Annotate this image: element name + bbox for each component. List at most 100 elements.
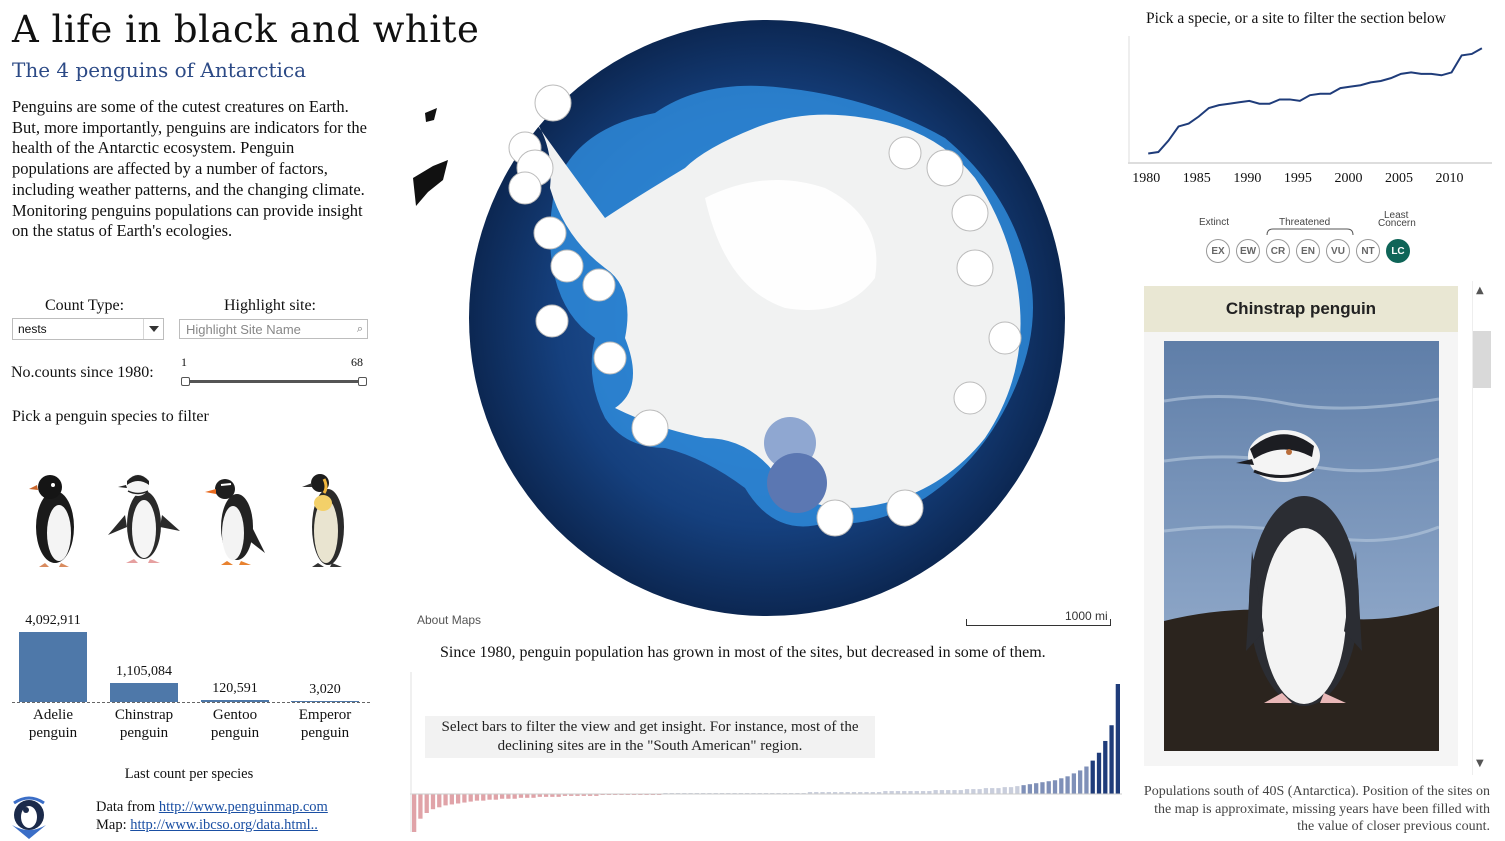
status-ex[interactable]: EX	[1206, 239, 1230, 263]
site-change-bar[interactable]	[506, 794, 511, 799]
site-change-bar[interactable]	[1021, 785, 1026, 794]
site-change-bar[interactable]	[1008, 787, 1014, 795]
antarctica-map[interactable]	[405, 18, 1105, 618]
adelie-penguin-image[interactable]	[15, 465, 95, 575]
site-change-bar[interactable]	[990, 788, 995, 794]
site-change-bar[interactable]	[1065, 776, 1070, 794]
status-ew[interactable]: EW	[1236, 239, 1260, 263]
map-source-line: Map: http://www.ibcso.org/data.html..	[96, 817, 318, 834]
site-change-bar[interactable]	[946, 790, 951, 794]
site-change-bar[interactable]	[1015, 786, 1020, 794]
highlight-site-input[interactable]: Highlight Site Name ⌕	[179, 319, 368, 339]
site-change-bar[interactable]	[437, 794, 442, 808]
site-change-bar[interactable]	[1059, 778, 1064, 794]
chevron-down-icon[interactable]	[143, 319, 163, 339]
site-change-bar[interactable]	[443, 794, 448, 806]
site-change-bar[interactable]	[983, 788, 989, 794]
year-tick-label: 2010	[1435, 171, 1464, 186]
data-source-line: Data from http://www.penguinmap.com	[96, 799, 328, 816]
penguinmap-logo	[12, 796, 46, 839]
site-change-bar[interactable]	[939, 790, 945, 794]
data-source-prefix: Data from	[96, 799, 156, 815]
site-change-bar[interactable]	[1078, 770, 1083, 794]
species-bar-category[interactable]: Chinstrap penguin	[99, 706, 189, 742]
slider-max-handle[interactable]	[358, 377, 367, 386]
status-vu[interactable]: VU	[1326, 239, 1350, 263]
species-bar-value: 120,591	[212, 680, 258, 696]
site-change-bar[interactable]	[1090, 760, 1095, 794]
population-line[interactable]	[1148, 47, 1483, 155]
penguinmap-link[interactable]: http://www.penguinmap.com	[159, 799, 328, 815]
site-change-bar[interactable]	[1103, 740, 1108, 794]
site-change-bar[interactable]	[958, 790, 963, 794]
site-change-bar[interactable]	[1040, 782, 1045, 794]
gentoo-penguin-image[interactable]	[195, 465, 275, 575]
count-type-select[interactable]: nests	[12, 318, 164, 340]
chinstrap-photo	[1164, 341, 1439, 751]
slider-label: No.counts since 1980:	[11, 364, 154, 381]
site-change-bar[interactable]	[518, 794, 524, 798]
scale-bar-end-tick	[1110, 619, 1111, 626]
site-change-bar[interactable]	[933, 790, 938, 794]
site-change-bar[interactable]	[430, 794, 436, 810]
site-change-bar[interactable]	[418, 794, 423, 819]
population-line-chart[interactable]	[1128, 36, 1492, 164]
south-america-tip	[413, 108, 448, 206]
emperor-penguin-image[interactable]	[288, 465, 368, 575]
site-change-bar[interactable]	[499, 794, 505, 799]
site-change-bar[interactable]	[1071, 773, 1077, 795]
site-change-bar[interactable]	[487, 794, 492, 800]
site-change-bar[interactable]	[512, 794, 517, 799]
site-change-bar[interactable]	[493, 794, 498, 800]
scroll-up-icon[interactable]: ▲	[1476, 285, 1484, 296]
site-change-bar[interactable]	[525, 794, 530, 798]
slider-min-handle[interactable]	[181, 377, 190, 386]
site-change-bar[interactable]	[964, 789, 970, 794]
site-change-bar[interactable]	[468, 794, 473, 802]
site-change-bar[interactable]	[462, 794, 467, 803]
species-bar-category[interactable]: Adelie penguin	[8, 706, 98, 742]
count-range-slider[interactable]	[185, 380, 362, 383]
scroll-down-icon[interactable]: ▼	[1476, 758, 1484, 769]
species-bar[interactable]	[110, 683, 178, 702]
status-lc[interactable]: LC	[1386, 239, 1410, 263]
status-nt[interactable]: NT	[1356, 239, 1380, 263]
status-cr[interactable]: CR	[1266, 239, 1290, 263]
site-change-bar[interactable]	[1115, 684, 1120, 794]
ibcso-link[interactable]: http://www.ibcso.org/data.html..	[130, 817, 318, 833]
site-change-bar[interactable]	[1096, 752, 1102, 794]
site-change-bar[interactable]	[474, 794, 480, 801]
site-change-bar[interactable]	[455, 794, 461, 804]
site-change-bar[interactable]	[971, 789, 976, 794]
species-chart-caption: Last count per species	[124, 766, 254, 782]
site-change-bar[interactable]	[977, 789, 982, 794]
highlight-site-label: Highlight site:	[224, 297, 316, 314]
site-change-bar[interactable]	[1046, 781, 1051, 794]
status-en[interactable]: EN	[1296, 239, 1320, 263]
species-bar-value: 3,020	[309, 681, 341, 697]
site-change-bar[interactable]	[412, 794, 417, 832]
species-bar-category[interactable]: Emperor penguin	[280, 706, 370, 742]
chinstrap-penguin-image[interactable]	[104, 465, 184, 575]
site-change-bar[interactable]	[424, 794, 429, 813]
site-change-bar[interactable]	[1109, 725, 1114, 794]
year-tick-label: 1980	[1132, 171, 1161, 186]
year-tick-label: 1990	[1233, 171, 1262, 186]
species-bar-category[interactable]: Gentoo penguin	[190, 706, 280, 742]
site-change-bar[interactable]	[1027, 784, 1033, 794]
site-change-bar[interactable]	[1052, 780, 1058, 794]
scale-bar-label: 1000 mi	[1065, 609, 1108, 623]
site-change-bar[interactable]	[1002, 787, 1007, 795]
site-change-bar[interactable]	[996, 788, 1001, 794]
site-change-bar[interactable]	[531, 794, 536, 798]
species-bar[interactable]	[19, 632, 87, 702]
data-note: Populations south of 40S (Antarctica). P…	[1143, 784, 1490, 834]
site-change-bar[interactable]	[1084, 766, 1089, 795]
site-change-bar[interactable]	[481, 794, 486, 801]
about-maps-link[interactable]: About Maps	[417, 613, 481, 627]
count-type-value: nests	[18, 322, 47, 336]
site-change-bar[interactable]	[952, 790, 957, 794]
site-change-bar[interactable]	[449, 794, 454, 805]
scrollbar-thumb[interactable]	[1473, 331, 1491, 388]
site-change-bar[interactable]	[1034, 783, 1039, 794]
